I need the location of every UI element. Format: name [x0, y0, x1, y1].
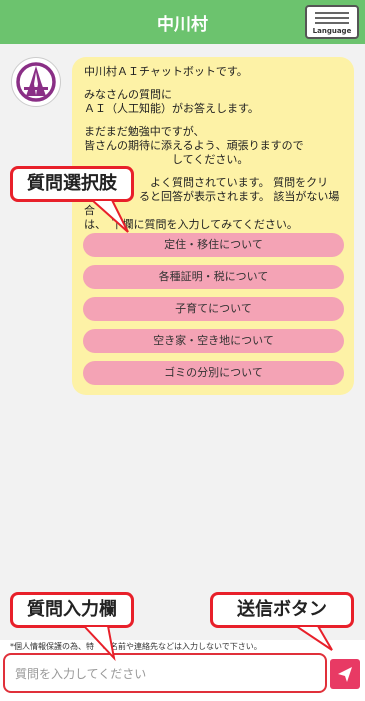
language-label: Language	[312, 27, 352, 35]
bot-message-bubble: 中川村ＡＩチャットボットです。 みなさんの質問に ＡＩ（人工知能）がお答えします…	[72, 57, 354, 395]
bot-avatar	[11, 57, 61, 107]
callout-send-button: 送信ボタン	[210, 592, 354, 628]
message-paragraph: 中川村ＡＩチャットボットです。	[84, 65, 248, 78]
question-button-certificates-tax[interactable]: 各種証明・税について	[83, 265, 344, 289]
question-button-vacant-houses[interactable]: 空き家・空き地について	[83, 329, 344, 353]
app-header: 中川村 Language	[0, 0, 365, 44]
question-input-box[interactable]	[3, 653, 327, 693]
message-paragraph: まだまだ勉強中ですが、 皆さんの期待に添えるよう、頑張りますので してください。	[84, 125, 304, 166]
question-button-childcare[interactable]: 子育てについて	[83, 297, 344, 321]
message-paragraph: みなさんの質問に ＡＩ（人工知能）がお答えします。	[84, 88, 259, 115]
question-input[interactable]	[13, 656, 317, 692]
language-button[interactable]: Language	[305, 5, 359, 39]
callout-question-choices: 質問選択肢	[10, 166, 134, 202]
village-emblem-icon	[16, 62, 56, 102]
menu-icon	[315, 12, 349, 27]
send-button[interactable]	[330, 659, 360, 689]
question-button-settlement[interactable]: 定住・移住について	[83, 233, 344, 257]
callout-question-input: 質問入力欄	[10, 592, 134, 628]
privacy-note: *個人情報保護の為、特 の名前や連絡先などは入力しないで下さい。	[10, 642, 262, 651]
question-button-garbage[interactable]: ゴミの分別について	[83, 361, 344, 385]
send-icon	[338, 667, 352, 682]
